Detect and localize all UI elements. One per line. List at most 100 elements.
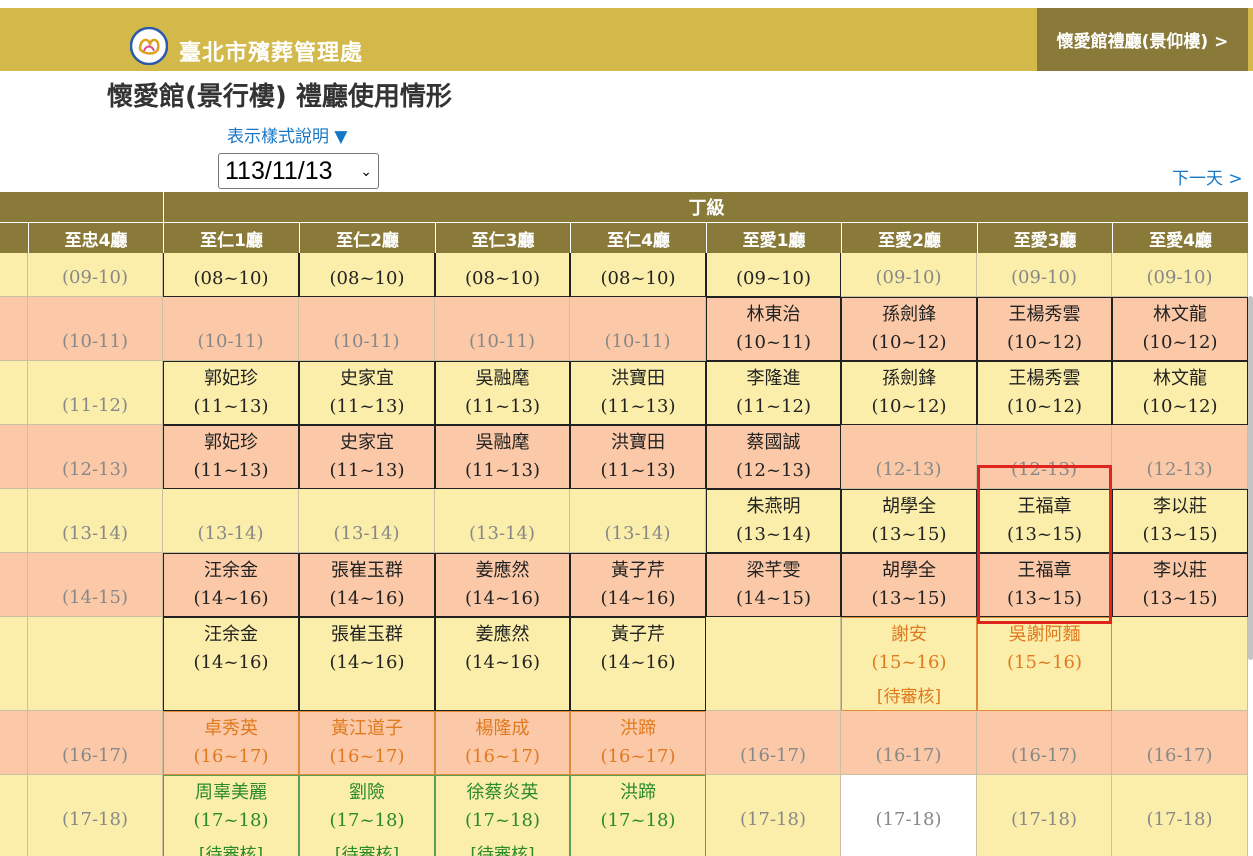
schedule-slot[interactable]: (14-15) <box>28 553 163 617</box>
schedule-slot[interactable]: (13-14) <box>299 489 435 553</box>
slot-name: 史家宜 <box>340 368 394 389</box>
schedule-slot[interactable]: 黃子芹 (14~16) <box>570 553 706 617</box>
schedule-slot[interactable]: 梁芊雯 (14~15) <box>706 553 841 617</box>
schedule-slot[interactable]: 卓秀英 (16~17) <box>163 711 299 775</box>
schedule-slot[interactable]: 林文龍 (10~12) <box>1112 361 1248 425</box>
slot-time: (11~13) <box>600 396 676 417</box>
next-day-link[interactable]: 下一天 > <box>1172 164 1243 189</box>
slot-time: (16-17) <box>1146 745 1213 766</box>
schedule-slot[interactable]: (16-17) <box>28 711 163 775</box>
schedule-slot[interactable]: 胡學全 (13~15) <box>841 553 977 617</box>
scrollbar-thumb[interactable] <box>1248 296 1253 660</box>
schedule-grid: (09-10) (08~10) (08~10) (08~10) (08~10) (09~1… <box>0 253 1248 856</box>
slot-time: (13~14) <box>736 524 811 545</box>
schedule-slot[interactable]: (16-17) <box>1112 711 1248 775</box>
date-select[interactable]: 113/11/13 ⌄ <box>218 153 379 189</box>
schedule-slot[interactable]: 洪寶田 (11~13) <box>570 425 706 489</box>
schedule-slot[interactable]: (10-11) <box>435 297 570 361</box>
schedule-slot[interactable]: (17-18) <box>28 775 163 856</box>
schedule-slot[interactable]: 吳融麾 (11~13) <box>435 361 570 425</box>
schedule-slot[interactable]: (08~10) <box>299 253 435 297</box>
schedule-slot[interactable]: 史家宜 (11~13) <box>299 425 435 489</box>
schedule-slot[interactable]: (08~10) <box>435 253 570 297</box>
schedule-slot[interactable]: 吳謝阿麵 (15~16) <box>977 617 1112 711</box>
schedule-slot[interactable]: 謝安 (15~16) [待審核] <box>841 617 977 711</box>
schedule-slot[interactable]: (17-18) <box>841 775 977 856</box>
schedule-slot[interactable]: 張崔玉群 (14~16) <box>299 617 435 711</box>
schedule-slot[interactable]: (10-11) <box>163 297 299 361</box>
schedule-slot[interactable]: (08~10) <box>570 253 706 297</box>
schedule-slot[interactable]: 史家宜 (11~13) <box>299 361 435 425</box>
schedule-slot[interactable]: (17-18) <box>1112 775 1248 856</box>
schedule-slot[interactable]: 劉險 (17~18) [待審核] <box>299 775 435 856</box>
schedule-slot[interactable] <box>706 617 841 711</box>
schedule-slot[interactable]: (09~10) <box>706 253 841 297</box>
schedule-slot[interactable]: 姜應然 (14~16) <box>435 617 570 711</box>
slot-time: (14~16) <box>600 652 676 673</box>
slot-name: 汪余金 <box>204 624 258 645</box>
schedule-slot[interactable]: 周辜美麗 (17~18) [待審核] <box>163 775 299 856</box>
schedule-slot[interactable]: 王楊秀雲 (10~12) <box>977 361 1112 425</box>
schedule-slot[interactable]: (12-13) <box>28 425 163 489</box>
schedule-slot[interactable]: 李以莊 (13~15) <box>1112 489 1248 553</box>
schedule-slot[interactable]: (12-13) <box>977 425 1112 489</box>
schedule-slot[interactable]: 孫劍鋒 (10~12) <box>841 297 977 361</box>
schedule-slot[interactable]: (08~10) <box>163 253 299 297</box>
schedule-slot[interactable]: 胡學全 (13~15) <box>841 489 977 553</box>
slot-time: (13-14) <box>469 523 535 544</box>
schedule-slot[interactable]: (10-11) <box>28 297 163 361</box>
schedule-slot[interactable]: (16-17) <box>977 711 1112 775</box>
schedule-slot[interactable]: (11-12) <box>28 361 163 425</box>
schedule-slot[interactable]: 姜應然 (14~16) <box>435 553 570 617</box>
slot-time: (14~16) <box>465 588 540 609</box>
schedule-slot[interactable]: 林東治 (10~11) <box>706 297 841 361</box>
schedule-slot[interactable]: (13-14) <box>570 489 706 553</box>
nav-link-jingyang-hall[interactable]: 懷愛館禮廳(景仰樓) > <box>1037 8 1248 71</box>
schedule-slot[interactable]: 楊隆成 (16~17) <box>435 711 570 775</box>
schedule-slot[interactable]: (13-14) <box>163 489 299 553</box>
schedule-slot[interactable]: (12-13) <box>1112 425 1248 489</box>
slot-name: 孫劍鋒 <box>882 368 936 389</box>
schedule-slot[interactable]: 林文龍 (10~12) <box>1112 297 1248 361</box>
schedule-slot[interactable]: 郭妃珍 (11~13) <box>163 361 299 425</box>
schedule-slot[interactable]: 王楊秀雲 (10~12) <box>977 297 1112 361</box>
schedule-slot[interactable]: 孫劍鋒 (10~12) <box>841 361 977 425</box>
schedule-slot[interactable]: (10-11) <box>570 297 706 361</box>
schedule-slot[interactable]: (12-13) <box>841 425 977 489</box>
schedule-slot[interactable]: (09-10) <box>28 253 163 297</box>
schedule-slot[interactable]: (13-14) <box>435 489 570 553</box>
schedule-slot[interactable]: (16-17) <box>706 711 841 775</box>
schedule-slot[interactable]: 蔡國誠 (12~13) <box>706 425 841 489</box>
schedule-slot[interactable]: 李隆進 (11~12) <box>706 361 841 425</box>
schedule-slot[interactable]: 汪余金 (14~16) <box>163 553 299 617</box>
slot-name: 姜應然 <box>475 560 530 581</box>
legend-toggle-link[interactable]: 表示樣式說明 ▼ <box>227 122 347 147</box>
schedule-slot[interactable]: (13-14) <box>28 489 163 553</box>
schedule-slot[interactable]: (09-10) <box>1112 253 1248 297</box>
schedule-slot[interactable]: 洪寶田 (11~13) <box>570 361 706 425</box>
schedule-slot[interactable]: (17-18) <box>706 775 841 856</box>
schedule-slot[interactable]: 黃子芹 (14~16) <box>570 617 706 711</box>
schedule-slot[interactable] <box>1112 617 1248 711</box>
schedule-slot[interactable]: 洪蹄 (17~18) <box>570 775 706 856</box>
row-lead-cell <box>0 617 28 711</box>
schedule-slot[interactable]: 朱燕明 (13~14) <box>706 489 841 553</box>
schedule-slot[interactable]: (10-11) <box>299 297 435 361</box>
schedule-slot[interactable]: 張崔玉群 (14~16) <box>299 553 435 617</box>
schedule-slot[interactable]: 汪余金 (14~16) <box>163 617 299 711</box>
schedule-slot[interactable]: 洪蹄 (16~17) <box>570 711 706 775</box>
schedule-slot[interactable]: (09-10) <box>977 253 1112 297</box>
schedule-slot[interactable]: (09-10) <box>841 253 977 297</box>
schedule-slot[interactable]: (16-17) <box>841 711 977 775</box>
schedule-slot[interactable]: 徐蔡炎英 (17~18) [待審核] <box>435 775 570 856</box>
schedule-slot[interactable]: 吳融麾 (11~13) <box>435 425 570 489</box>
slot-time: (17-18) <box>62 809 128 830</box>
schedule-slot[interactable]: 王福章 (13~15) <box>977 553 1112 617</box>
schedule-slot[interactable] <box>28 617 163 711</box>
schedule-slot[interactable]: 郭妃珍 (11~13) <box>163 425 299 489</box>
schedule-slot[interactable]: 李以莊 (13~15) <box>1112 553 1248 617</box>
schedule-slot[interactable]: 王福章 (13~15) <box>977 489 1112 553</box>
logo-icon <box>130 27 168 65</box>
schedule-slot[interactable]: 黃江道子 (16~17) <box>299 711 435 775</box>
schedule-slot[interactable]: (17-18) <box>977 775 1112 856</box>
